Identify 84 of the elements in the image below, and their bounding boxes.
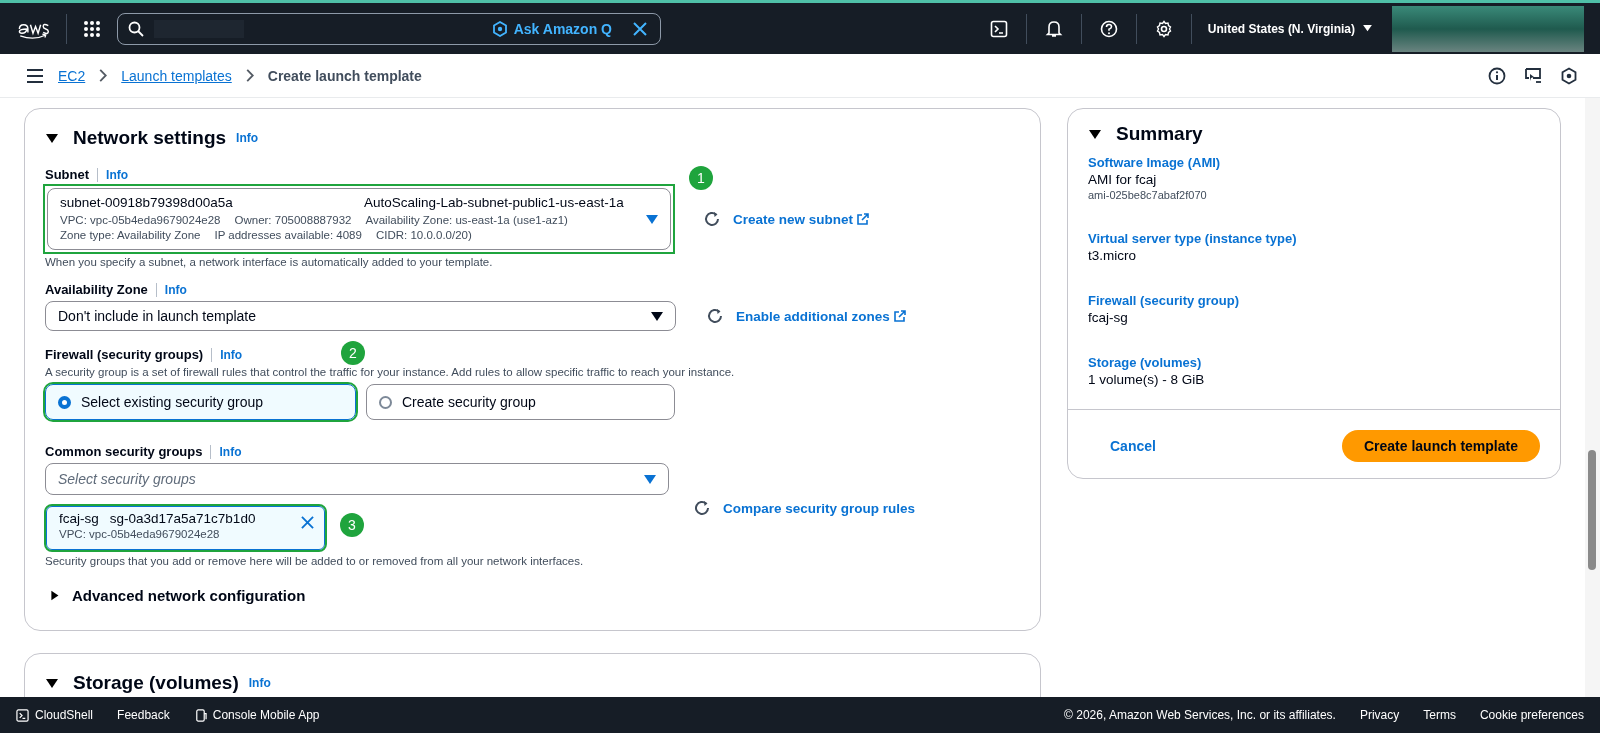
info-link[interactable]: Info <box>164 282 187 297</box>
field-label: Availability Zone <box>45 282 148 297</box>
security-groups-select[interactable]: Select security groups <box>45 463 669 495</box>
ask-amazon-q-button[interactable]: Ask Amazon Q <box>491 20 612 37</box>
footer-link[interactable]: Privacy <box>1359 708 1400 722</box>
footer-link[interactable]: Terms <box>1423 708 1456 722</box>
radio-tile[interactable]: Select existing security group <box>45 384 356 420</box>
search-field[interactable]: Ask Amazon Q <box>117 12 661 45</box>
external-link-icon <box>893 310 906 322</box>
summary-link[interactable]: Storage (volumes) <box>1088 355 1540 370</box>
info-link[interactable]: Info <box>220 347 243 362</box>
summary-value: t3.micro <box>1088 248 1137 263</box>
refresh-icon[interactable] <box>703 210 721 228</box>
compare-rules-link[interactable]: Compare security group rules <box>723 500 916 516</box>
summary-subvalue: ami-025be8c7abaf2f070 <box>1088 189 1208 201</box>
caret-icon[interactable] <box>45 676 59 690</box>
info-link[interactable]: Info <box>248 676 271 690</box>
phone-icon <box>193 708 207 722</box>
expandable-section-title[interactable]: Advanced network configuration <box>72 587 306 604</box>
screen-share-icon[interactable] <box>1524 66 1542 85</box>
summary-value: AMI for fcaj <box>1088 172 1158 187</box>
enable-zones-link[interactable]: Enable additional zones <box>736 308 906 324</box>
caret-down-icon <box>1363 25 1372 32</box>
info-link[interactable]: Info <box>236 131 259 145</box>
step-badge: 2 <box>341 341 365 365</box>
field-label: Common security groups <box>45 444 203 459</box>
caret-down-icon <box>646 214 658 224</box>
chevron-right-icon <box>245 69 254 82</box>
chevron-right-icon <box>99 69 108 82</box>
subnet-select[interactable]: subnet-00918b79398d00a5a AutoScaling-Lab-subnet-public1-us-east-1a VPC: vpc-05b4eda9679024e28 Owner: 705008887932 Availability Zone: us-east-1a (use1-az1) Zone type: Availability Zone IP addresses available: 4089 CIDR: 10.0.0.0/20) <box>47 188 671 250</box>
terminal-icon[interactable] <box>989 19 1008 38</box>
section-title: Network settings <box>73 127 227 149</box>
info-link[interactable]: Info <box>106 167 129 182</box>
step-badge: 3 <box>340 513 364 537</box>
refresh-icon[interactable] <box>693 499 711 517</box>
hexagon-icon <box>491 20 508 37</box>
description-text: A security group is a set of firewall rules that control the traffic for your instance. Add rules to allow specific traffic to reach your instance. <box>45 366 736 378</box>
footer-link[interactable]: Console Mobile App <box>193 708 320 722</box>
apps-grid-icon[interactable] <box>83 19 101 38</box>
summary-value: 1 volume(s) - 8 GiB <box>1088 372 1206 387</box>
caret-down-icon <box>644 474 656 484</box>
remove-icon[interactable] <box>301 516 314 529</box>
radio-tile[interactable]: Create security group <box>366 384 675 420</box>
create-launch-template-button[interactable]: Create launch template <box>1341 430 1540 462</box>
footer-link[interactable]: CloudShell <box>16 708 94 722</box>
search-icon <box>128 20 144 37</box>
refresh-icon[interactable] <box>706 307 724 325</box>
breadcrumb-link[interactable]: EC2 <box>58 67 86 84</box>
breadcrumb-link[interactable]: Launch templates <box>121 67 232 84</box>
info-icon[interactable] <box>1488 66 1506 85</box>
menu-icon[interactable] <box>26 66 44 85</box>
section-title: Storage (volumes) <box>73 672 239 694</box>
create-subnet-link[interactable]: Create new subnet <box>733 211 870 227</box>
terminal-icon <box>16 708 29 722</box>
summary-link[interactable]: Virtual server type (instance type) <box>1088 231 1540 246</box>
caret-down-icon <box>651 311 663 321</box>
step-badge: 1 <box>689 166 713 190</box>
settings-icon[interactable] <box>1154 19 1173 38</box>
cancel-button[interactable]: Cancel <box>1088 432 1178 460</box>
security-group-token: fcaj-sg sg-0a3d17a5a71c7b1d0 VPC: vpc-05b4eda9679024e28 <box>46 506 325 550</box>
field-label: Firewall (security groups) <box>45 347 204 362</box>
summary-title: Summary <box>1116 123 1203 145</box>
hint-text: When you specify a subnet, a network interface is automatically added to your template. <box>45 256 494 268</box>
external-link-icon <box>857 213 870 225</box>
copyright-text: © 2026, Amazon Web Services, Inc. or its affiliates. <box>1064 708 1336 722</box>
region-selector[interactable]: United States (N. Virginia) <box>1207 21 1372 36</box>
summary-value: fcaj-sg <box>1088 310 1129 325</box>
hexagon-icon[interactable] <box>1560 66 1578 85</box>
bell-icon[interactable] <box>1044 19 1063 38</box>
footer-link[interactable]: Cookie preferences <box>1479 708 1584 722</box>
breadcrumb-current: Create launch template <box>267 67 422 84</box>
caret-icon[interactable] <box>45 131 59 145</box>
field-label: Subnet <box>45 167 90 182</box>
caret-icon[interactable] <box>1088 127 1102 141</box>
caret-icon[interactable] <box>49 590 60 601</box>
footer-link[interactable]: Feedback <box>117 708 170 722</box>
info-link[interactable]: Info <box>219 444 242 459</box>
summary-link[interactable]: Software Image (AMI) <box>1088 155 1540 170</box>
help-icon[interactable] <box>1099 19 1118 38</box>
summary-link[interactable]: Firewall (security group) <box>1088 293 1540 308</box>
scrollbar[interactable] <box>1585 98 1600 697</box>
hint-text: Security groups that you add or remove here will be added to or removed from all your network interfaces. <box>45 555 585 567</box>
availability-zone-select[interactable]: Don't include in launch template <box>45 301 676 331</box>
close-icon[interactable] <box>632 20 648 37</box>
